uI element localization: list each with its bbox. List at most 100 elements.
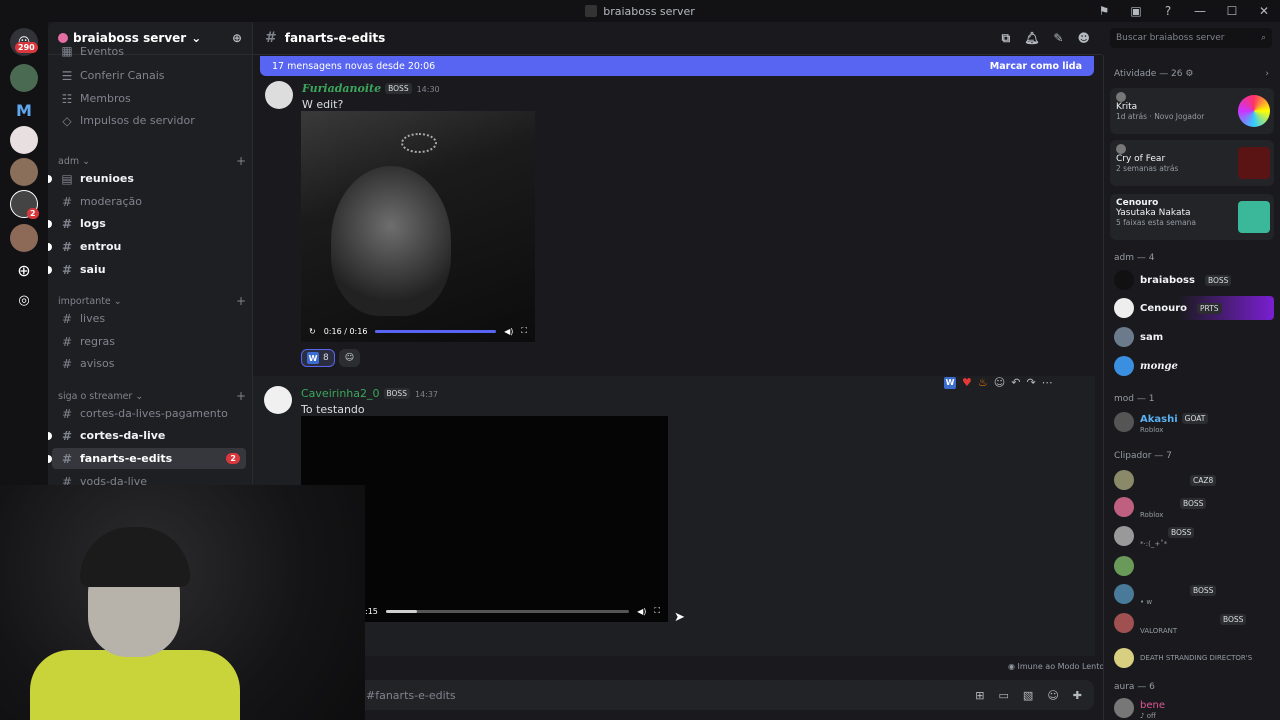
hash-icon: #: [61, 311, 73, 326]
member-item[interactable]: braiaboss BOSS: [1114, 268, 1274, 292]
channel-browse[interactable]: ☰ Conferir Canais: [52, 65, 246, 86]
channel-events[interactable]: ▦ Eventos: [52, 44, 246, 58]
heart-icon[interactable]: ♥: [962, 376, 972, 389]
fullscreen-icon[interactable]: ⛶: [521, 326, 527, 336]
server-icon[interactable]: [10, 126, 38, 154]
server-icon[interactable]: [10, 158, 38, 186]
w-emoji-icon[interactable]: W: [944, 376, 956, 389]
video-controls: ↻ 0:16 / 0:16 ◀) ⛶: [301, 320, 535, 342]
activity-header: Atividade — 26 ⚙ ›: [1114, 69, 1269, 79]
member-item[interactable]: sam: [1114, 325, 1274, 349]
volume-icon[interactable]: ◀): [637, 607, 646, 616]
avatar: [1114, 270, 1134, 290]
emoji-icon[interactable]: ☺: [1047, 689, 1058, 702]
maximize-button[interactable]: ☐: [1216, 0, 1248, 22]
gift-icon[interactable]: ⊞: [975, 689, 984, 702]
members-toggle-icon[interactable]: ☻: [1077, 31, 1090, 46]
add-channel-icon[interactable]: +: [236, 154, 246, 168]
member-item[interactable]: DEATH STRANDING DIRECTOR'S: [1114, 646, 1274, 670]
member-item[interactable]: BOSS *·:(_+˚*: [1114, 524, 1274, 548]
discover-icon[interactable]: ◎: [10, 286, 38, 314]
video-progress[interactable]: [385, 609, 630, 613]
channel-avisos[interactable]: # avisos: [52, 353, 246, 374]
category-importante[interactable]: importante ⌄ +: [58, 294, 246, 308]
video-attachment[interactable]: ↻ 0:16 / 0:16 ◀) ⛶: [301, 111, 535, 342]
replay-icon[interactable]: ↻: [309, 327, 316, 336]
avatar: [1114, 526, 1134, 546]
channel-cortes-pagamento[interactable]: # cortes-da-lives-pagamento: [52, 403, 246, 424]
category-streamer[interactable]: siga o streamer ⌄ +: [58, 389, 246, 403]
member-item[interactable]: bene ♪ off: [1114, 697, 1274, 720]
threads-icon[interactable]: ⧉: [1002, 31, 1011, 46]
more-icon[interactable]: ⋯: [1042, 376, 1053, 389]
home-badge: 290: [15, 42, 38, 53]
member-item[interactable]: monge: [1114, 354, 1274, 378]
pin-icon[interactable]: ✎: [1053, 31, 1063, 46]
inbox-icon[interactable]: ▣: [1120, 0, 1152, 22]
username[interactable]: Caveirinha2_0: [301, 387, 380, 400]
channel-fanarts-e-edits[interactable]: # fanarts-e-edits 2: [48, 448, 246, 469]
forward-icon[interactable]: ↷: [1026, 376, 1035, 389]
section-aura: aura — 6: [1114, 682, 1155, 692]
mark-as-read-button[interactable]: Marcar como lida: [990, 61, 1082, 72]
avatar[interactable]: [265, 81, 293, 109]
reply-icon[interactable]: ↶: [1011, 376, 1020, 389]
channel-entrou[interactable]: # entrou: [48, 236, 246, 257]
channel-logs[interactable]: # logs: [48, 213, 246, 234]
add-reaction-button[interactable]: ☺: [338, 349, 361, 367]
channel-moderacao[interactable]: # moderação: [52, 191, 246, 212]
server-icon[interactable]: [10, 64, 38, 92]
apps-icon[interactable]: ✚: [1073, 689, 1082, 702]
member-item[interactable]: CAZ8: [1114, 468, 1274, 492]
message-input[interactable]: #fanarts-e-edits ⊞ ▭ ▧ ☺ ✚: [252, 680, 1094, 710]
server-icon-m[interactable]: M: [10, 96, 38, 124]
channel-reunioes[interactable]: ▤ reunioes: [48, 168, 246, 189]
fullscreen-icon[interactable]: ⛶: [654, 606, 660, 616]
member-item[interactable]: [1114, 554, 1274, 578]
add-channel-icon[interactable]: +: [236, 294, 246, 308]
volume-icon[interactable]: ◀): [504, 327, 513, 336]
channel-cortes-da-live[interactable]: # cortes-da-live: [48, 425, 246, 446]
channel-lives[interactable]: # lives: [52, 308, 246, 329]
member-item[interactable]: Cenouro PRTS: [1114, 296, 1274, 320]
server-icon[interactable]: [10, 224, 38, 252]
member-item[interactable]: BOSS Roblox: [1114, 495, 1274, 519]
app-icon: [585, 5, 598, 17]
search-icon: ⌕: [1260, 33, 1266, 43]
sticker-icon[interactable]: ▧: [1023, 689, 1033, 702]
activity-card[interactable]: Cenouro Yasutaka Nakata 5 faixas esta se…: [1110, 194, 1274, 240]
username[interactable]: Furiadanoite: [302, 82, 381, 95]
avatar: [1114, 698, 1134, 718]
add-channel-icon[interactable]: +: [236, 389, 246, 403]
avatar[interactable]: [264, 386, 292, 414]
close-button[interactable]: ✕: [1248, 0, 1280, 22]
category-adm[interactable]: adm ⌄ +: [58, 154, 246, 168]
invite-icon[interactable]: ⊕: [232, 31, 242, 45]
minimize-button[interactable]: —: [1184, 0, 1216, 22]
channel-members[interactable]: ☷ Membros: [52, 88, 246, 109]
hash-icon: #: [61, 262, 73, 277]
new-messages-bar[interactable]: 17 mensagens novas desde 20:06 Marcar co…: [260, 56, 1094, 76]
member-item[interactable]: Akashi GOAT Roblox: [1114, 410, 1274, 434]
avatar: [1114, 470, 1134, 490]
member-item[interactable]: BOSS VALORANT: [1114, 611, 1274, 635]
gif-icon[interactable]: ▭: [999, 689, 1009, 702]
activity-card[interactable]: Krita 1d atrás · Novo Jogador: [1110, 88, 1274, 134]
help-icon[interactable]: ?: [1152, 0, 1184, 22]
search-input[interactable]: Buscar braiaboss server ⌕: [1110, 28, 1272, 48]
avatar: [1116, 144, 1126, 154]
member-item[interactable]: BOSS • w: [1114, 582, 1274, 606]
bell-icon[interactable]: 🔔︎: [1024, 31, 1039, 46]
flag-icon[interactable]: ⚑: [1088, 0, 1120, 22]
activity-card[interactable]: Cry of Fear 2 semanas atrás: [1110, 140, 1274, 186]
add-server-icon[interactable]: ⊕: [10, 256, 38, 284]
fire-icon[interactable]: ♨: [978, 376, 988, 389]
reaction-w[interactable]: W8: [301, 349, 335, 367]
video-progress[interactable]: [375, 329, 497, 333]
channel-regras[interactable]: # regras: [52, 331, 246, 352]
message-text: W edit?: [302, 98, 344, 111]
channel-boosts[interactable]: ◇ Impulsos de servidor: [52, 110, 246, 131]
add-reaction-icon[interactable]: ☺: [994, 376, 1005, 389]
channel-saiu[interactable]: # saiu: [48, 259, 246, 280]
hash-icon: #: [61, 239, 73, 254]
